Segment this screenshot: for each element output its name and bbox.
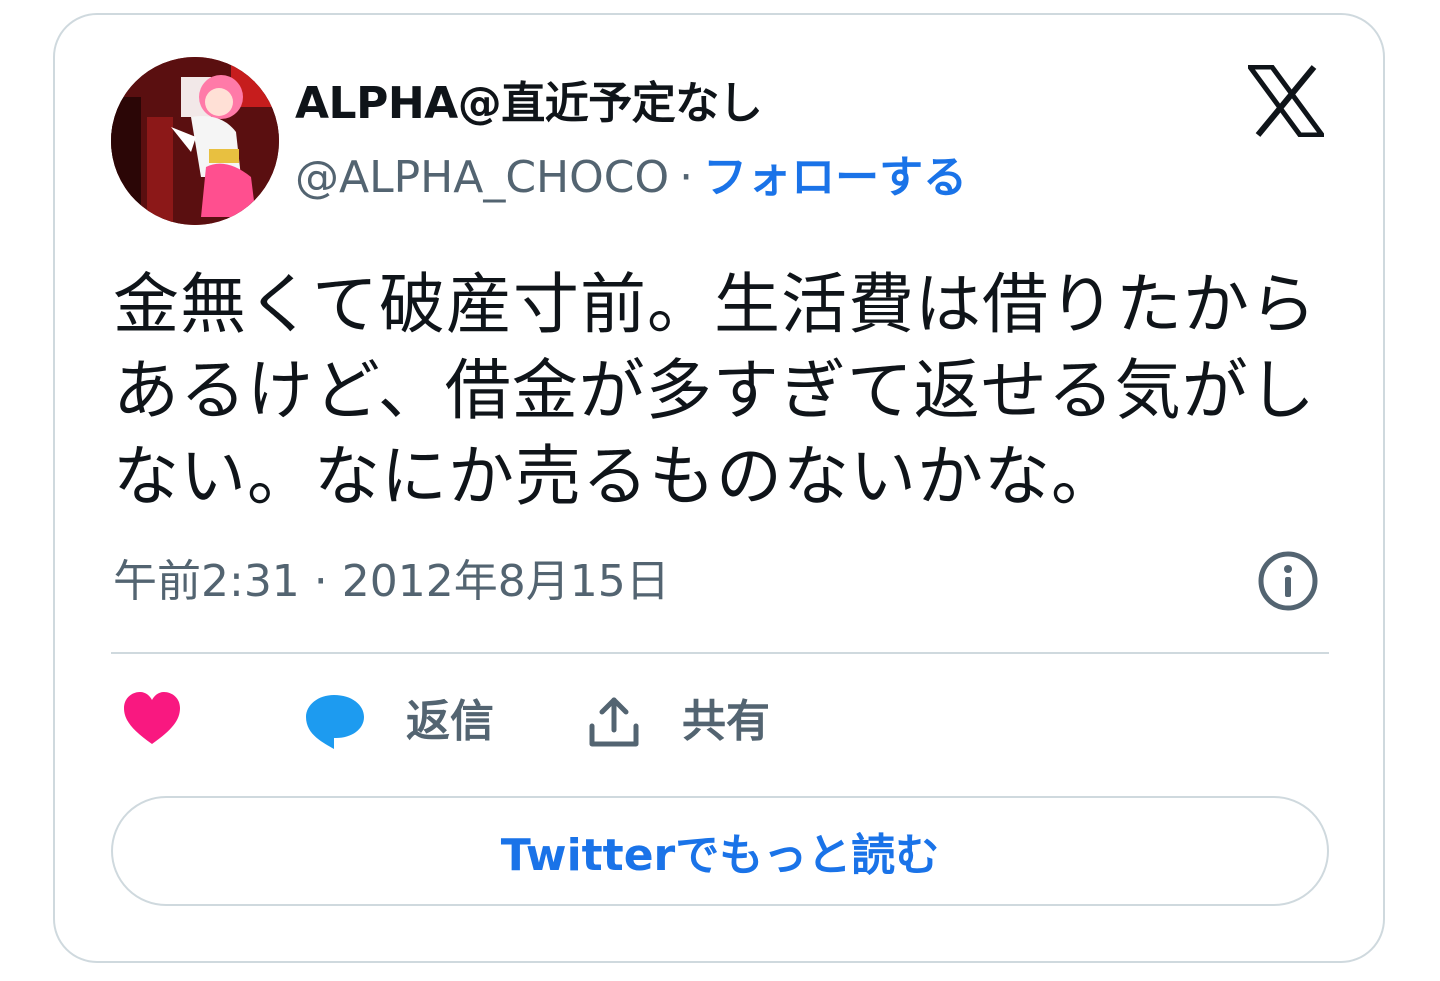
separator-dot: ·: [679, 152, 694, 203]
read-more-button[interactable]: Twitterでもっと読む: [111, 796, 1329, 906]
divider: [111, 652, 1329, 654]
heart-icon: [124, 692, 180, 744]
display-name[interactable]: ALPHA@直近予定なし: [295, 74, 763, 134]
reply-label: 返信: [406, 696, 494, 747]
reply-button[interactable]: 返信: [302, 690, 494, 754]
share-upload-icon: [589, 697, 639, 747]
follow-button[interactable]: フォローする: [703, 152, 967, 203]
tweet-timestamp[interactable]: 午前2:31 · 2012年8月15日: [113, 552, 670, 612]
tweet-text: 金無くて破産寸前。生活費は借りたからあるけど、借金が多すぎて返せる気がしない。な…: [113, 266, 1318, 515]
handle[interactable]: @ALPHA_CHOCO: [295, 152, 669, 203]
info-icon[interactable]: [1256, 549, 1320, 613]
avatar[interactable]: [111, 57, 279, 225]
avatar-image: [111, 57, 279, 225]
x-logo-icon[interactable]: [1248, 65, 1324, 137]
like-button[interactable]: [122, 690, 182, 746]
speech-bubble-icon: [306, 695, 364, 749]
share-button[interactable]: 共有: [586, 690, 770, 754]
handle-row: @ALPHA_CHOCO · フォローする: [295, 148, 967, 208]
share-label: 共有: [682, 696, 770, 747]
